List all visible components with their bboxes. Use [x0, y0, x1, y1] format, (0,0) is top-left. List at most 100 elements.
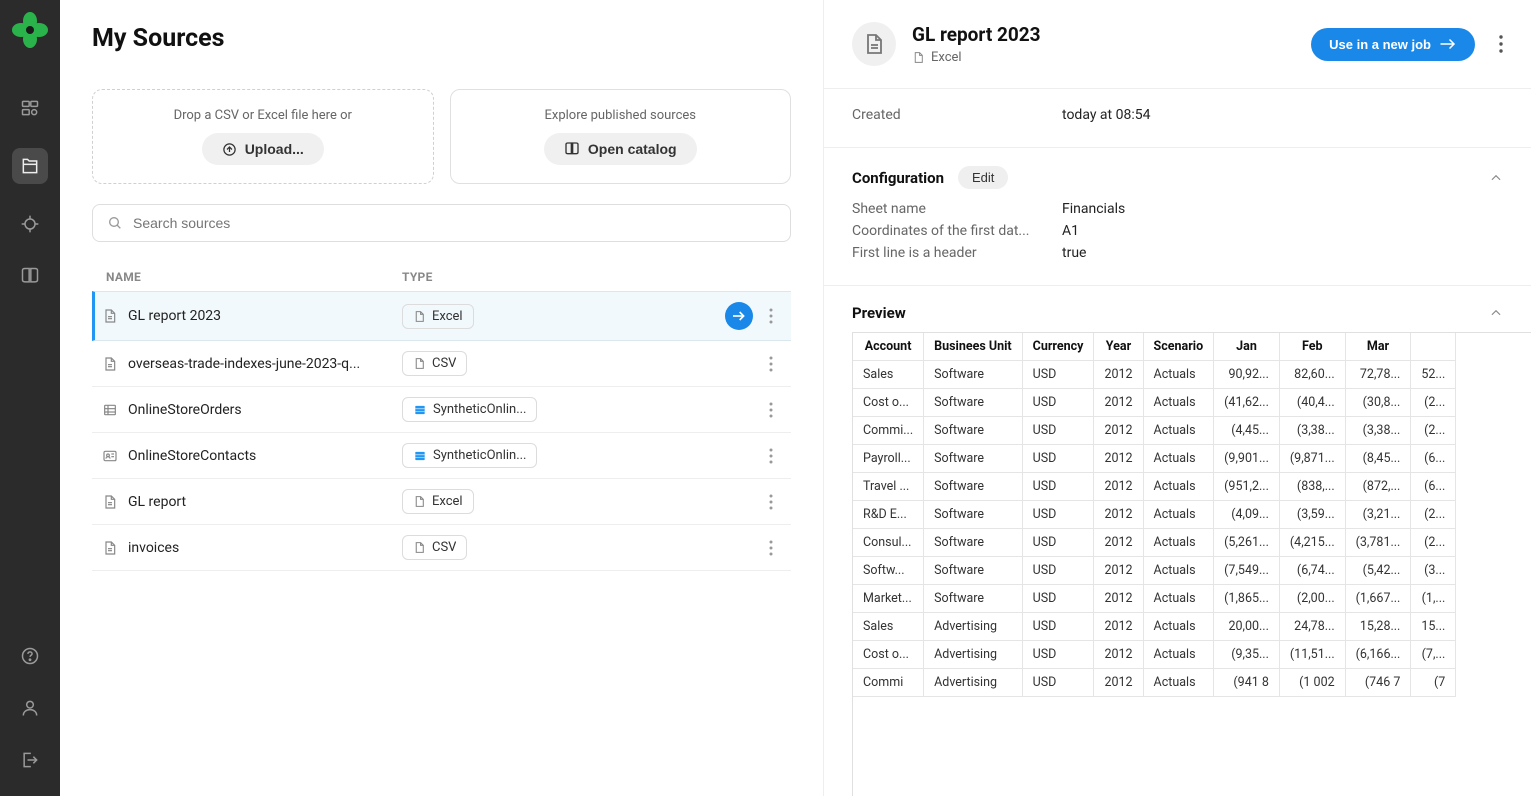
upload-dropzone[interactable]: Drop a CSV or Excel file here or Upload.…	[92, 89, 434, 184]
preview-cell: (3,21...	[1345, 501, 1411, 529]
source-type: Excel	[402, 304, 725, 329]
preview-row: Market...SoftwareUSD2012Actuals(1,865...…	[853, 585, 1456, 613]
nav-catalog-icon[interactable]	[18, 264, 42, 288]
config-value: A1	[1062, 223, 1079, 239]
preview-cell: Actuals	[1143, 585, 1214, 613]
source-type: SyntheticOnlin...	[402, 397, 761, 422]
type-chip: CSV	[402, 351, 467, 376]
source-row[interactable]: OnlineStoreContacts SyntheticOnlin...	[92, 433, 791, 479]
source-icon	[102, 308, 118, 324]
user-icon[interactable]	[18, 696, 42, 720]
nav-jobs-icon[interactable]	[18, 96, 42, 120]
logo	[12, 12, 48, 48]
preview-cell: (1 002	[1279, 669, 1345, 697]
preview-cell: 2012	[1094, 641, 1143, 669]
preview-cell: Software	[924, 417, 1023, 445]
preview-cell: 2012	[1094, 669, 1143, 697]
collapse-preview-icon[interactable]	[1489, 306, 1503, 320]
detail-panel: GL report 2023 Excel Use in a new job Cr…	[823, 0, 1531, 796]
preview-row: R&D E...SoftwareUSD2012Actuals(4,09...(3…	[853, 501, 1456, 529]
preview-cell: 2012	[1094, 585, 1143, 613]
preview-column-header: Year	[1094, 333, 1143, 361]
preview-cell: USD	[1022, 417, 1094, 445]
preview-cell: 2012	[1094, 557, 1143, 585]
preview-cell: Actuals	[1143, 389, 1214, 417]
preview-cell: (951,2...	[1214, 473, 1280, 501]
preview-column-header: Businees Unit	[924, 333, 1023, 361]
source-name: invoices	[102, 540, 402, 556]
preview-cell: Software	[924, 473, 1023, 501]
search-box[interactable]	[92, 204, 791, 242]
source-row[interactable]: GL report 2023 Excel	[92, 291, 791, 341]
logout-icon[interactable]	[18, 748, 42, 772]
preview-cell: (838,...	[1279, 473, 1345, 501]
preview-row: Cost o...SoftwareUSD2012Actuals(41,62...…	[853, 389, 1456, 417]
source-icon	[102, 494, 118, 510]
preview-row: Softw...SoftwareUSD2012Actuals(7,549...(…	[853, 557, 1456, 585]
preview-cell: (2...	[1411, 501, 1456, 529]
search-input[interactable]	[133, 215, 776, 231]
source-more-button[interactable]	[761, 448, 781, 464]
use-in-new-job-button[interactable]: Use in a new job	[1311, 28, 1475, 61]
open-source-button[interactable]	[725, 302, 753, 330]
preview-cell: (5,261...	[1214, 529, 1280, 557]
preview-row: Commi...SoftwareUSD2012Actuals(4,45...(3…	[853, 417, 1456, 445]
preview-cell: Software	[924, 389, 1023, 417]
preview-cell: (6...	[1411, 473, 1456, 501]
edit-configuration-button[interactable]: Edit	[958, 166, 1008, 189]
preview-cell: (7,...	[1411, 641, 1456, 669]
preview-table-scroll[interactable]: AccountBusinees UnitCurrencyYearScenario…	[852, 332, 1531, 796]
preview-cell: USD	[1022, 501, 1094, 529]
detail-file-icon	[852, 22, 896, 66]
nav-sources-icon[interactable]	[12, 148, 48, 184]
detail-more-button[interactable]	[1499, 35, 1503, 53]
source-more-button[interactable]	[761, 494, 781, 510]
preview-cell: Actuals	[1143, 613, 1214, 641]
preview-cell: USD	[1022, 529, 1094, 557]
type-chip: SyntheticOnlin...	[402, 397, 537, 422]
preview-cell: USD	[1022, 389, 1094, 417]
open-catalog-button[interactable]: Open catalog	[544, 133, 697, 165]
preview-cell: (6,166...	[1345, 641, 1411, 669]
preview-cell: USD	[1022, 669, 1094, 697]
configuration-title: Configuration	[852, 169, 944, 187]
collapse-configuration-icon[interactable]	[1489, 171, 1503, 185]
preview-cell: R&D E...	[853, 501, 924, 529]
preview-cell: 52...	[1411, 361, 1456, 389]
preview-column-header: Mar	[1345, 333, 1411, 361]
nav-targets-icon[interactable]	[18, 212, 42, 236]
type-chip: Excel	[402, 304, 474, 329]
preview-cell: (4,09...	[1214, 501, 1280, 529]
source-more-button[interactable]	[761, 540, 781, 556]
preview-cell: USD	[1022, 557, 1094, 585]
preview-cell: (2,00...	[1279, 585, 1345, 613]
preview-row: Payroll...SoftwareUSD2012Actuals(9,901..…	[853, 445, 1456, 473]
preview-cell: USD	[1022, 445, 1094, 473]
table-header: NAME TYPE	[92, 262, 791, 292]
source-row[interactable]: OnlineStoreOrders SyntheticOnlin...	[92, 387, 791, 433]
preview-cell: (3,781...	[1345, 529, 1411, 557]
preview-cell: Cost o...	[853, 641, 924, 669]
preview-column-header: Currency	[1022, 333, 1094, 361]
source-more-button[interactable]	[761, 308, 781, 324]
source-row[interactable]: overseas-trade-indexes-june-2023-q... CS…	[92, 341, 791, 387]
config-label: Sheet name	[852, 201, 1062, 217]
preview-cell: Actuals	[1143, 641, 1214, 669]
help-icon[interactable]	[18, 644, 42, 668]
preview-cell: Consul...	[853, 529, 924, 557]
upload-button[interactable]: Upload...	[202, 133, 324, 165]
preview-cell: (746 7	[1345, 669, 1411, 697]
preview-cell: (9,35...	[1214, 641, 1280, 669]
source-more-button[interactable]	[761, 402, 781, 418]
preview-cell: Software	[924, 445, 1023, 473]
source-row[interactable]: invoices CSV	[92, 525, 791, 571]
preview-cell: 2012	[1094, 361, 1143, 389]
preview-row: Travel ...SoftwareUSD2012Actuals(951,2..…	[853, 473, 1456, 501]
preview-table: AccountBusinees UnitCurrencyYearScenario…	[853, 333, 1456, 697]
source-row[interactable]: GL report Excel	[92, 479, 791, 525]
preview-cell: (9,871...	[1279, 445, 1345, 473]
source-more-button[interactable]	[761, 356, 781, 372]
preview-cell: 2012	[1094, 529, 1143, 557]
preview-cell: (3,38...	[1279, 417, 1345, 445]
preview-cell: 82,60...	[1279, 361, 1345, 389]
